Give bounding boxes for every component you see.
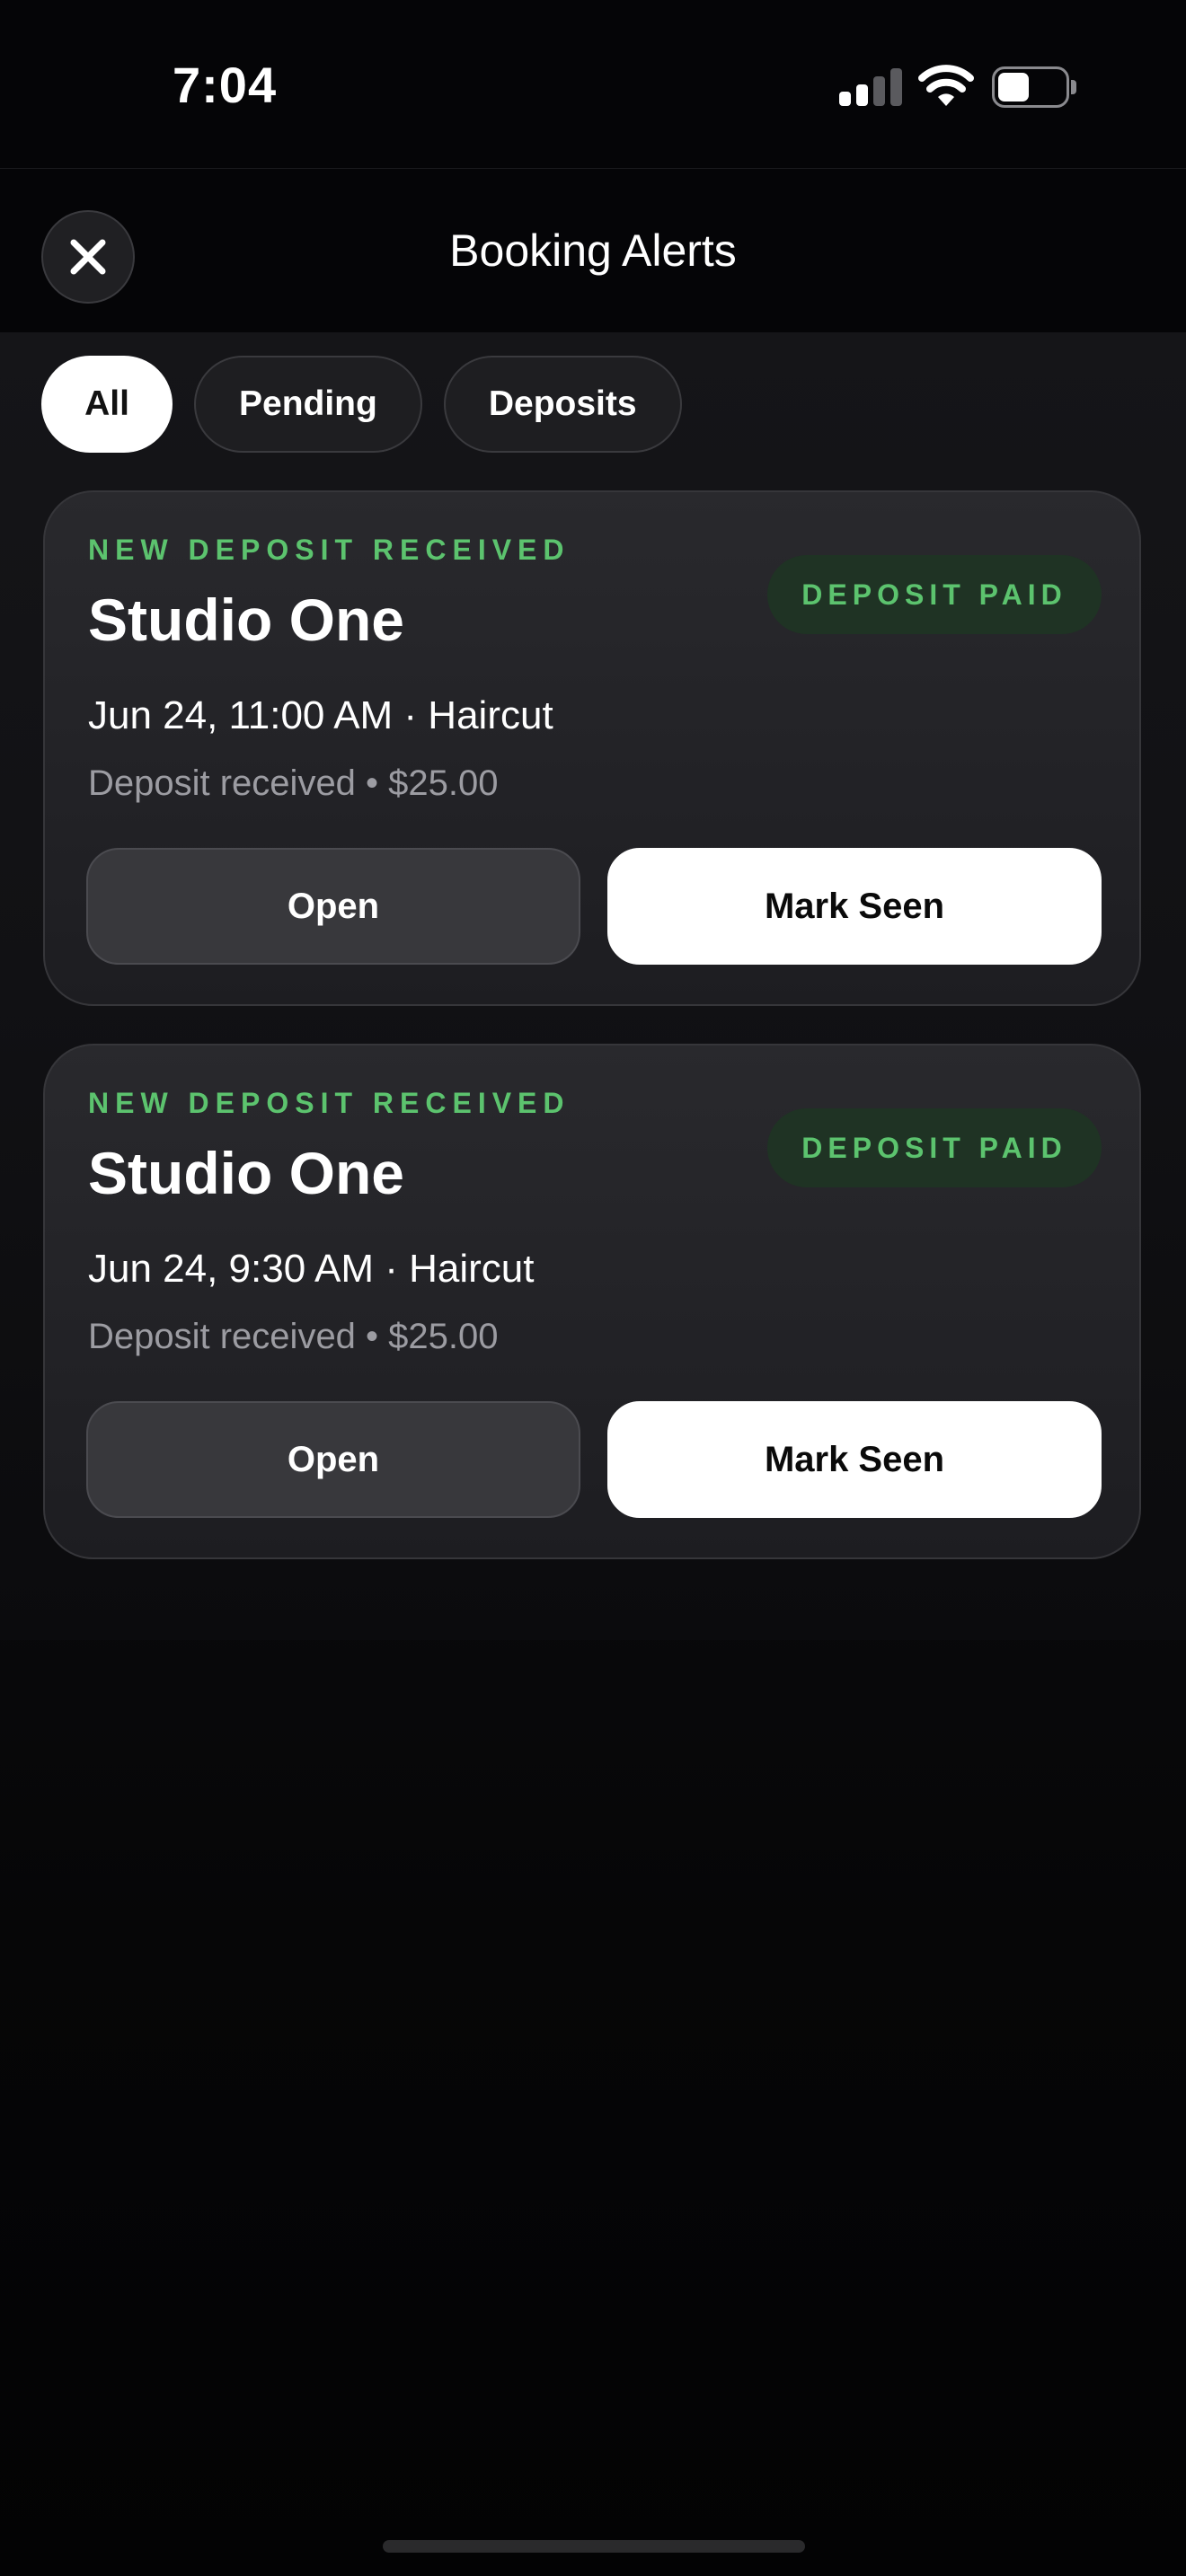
filter-chips: All Pending Deposits bbox=[41, 356, 682, 453]
status-badge: DEPOSIT PAID bbox=[767, 555, 1102, 634]
page-title: Booking Alerts bbox=[449, 225, 737, 276]
alert-eyebrow: NEW DEPOSIT RECEIVED bbox=[88, 534, 571, 566]
status-bar: 7:04 bbox=[0, 0, 1186, 169]
alert-studio-name: Studio One bbox=[88, 1140, 404, 1206]
home-indicator[interactable] bbox=[383, 2540, 805, 2553]
alert-eyebrow: NEW DEPOSIT RECEIVED bbox=[88, 1087, 571, 1119]
status-badge: DEPOSIT PAID bbox=[767, 1108, 1102, 1187]
battery-icon bbox=[992, 66, 1076, 108]
alert-deposit-detail: Deposit received • $25.00 bbox=[88, 763, 499, 803]
nav-header: Booking Alerts bbox=[0, 169, 1186, 332]
battery-level-fill bbox=[998, 73, 1029, 101]
filter-chip-pending[interactable]: Pending bbox=[194, 356, 422, 453]
alert-studio-name: Studio One bbox=[88, 587, 404, 653]
booking-alerts-screen: 7:04 Booking Alerts All Pending Deposits… bbox=[0, 0, 1186, 2576]
status-time: 7:04 bbox=[173, 57, 278, 113]
filter-chip-deposits[interactable]: Deposits bbox=[443, 356, 682, 453]
filter-chip-all[interactable]: All bbox=[41, 356, 173, 453]
mark-seen-button[interactable]: Mark Seen bbox=[607, 848, 1102, 965]
alert-deposit-detail: Deposit received • $25.00 bbox=[88, 1317, 499, 1356]
alert-appointment-time: Jun 24, 11:00 AM · Haircut bbox=[88, 693, 553, 737]
open-button[interactable]: Open bbox=[86, 848, 580, 965]
alert-appointment-time: Jun 24, 9:30 AM · Haircut bbox=[88, 1247, 535, 1291]
alert-card: NEW DEPOSIT RECEIVED Studio One DEPOSIT … bbox=[43, 1044, 1141, 1559]
wifi-icon bbox=[918, 65, 974, 106]
open-button[interactable]: Open bbox=[86, 1401, 580, 1518]
mark-seen-button[interactable]: Mark Seen bbox=[607, 1401, 1102, 1518]
battery-tip bbox=[1071, 80, 1076, 94]
alert-card: NEW DEPOSIT RECEIVED Studio One DEPOSIT … bbox=[43, 490, 1141, 1006]
cellular-signal-icon bbox=[839, 66, 902, 106]
